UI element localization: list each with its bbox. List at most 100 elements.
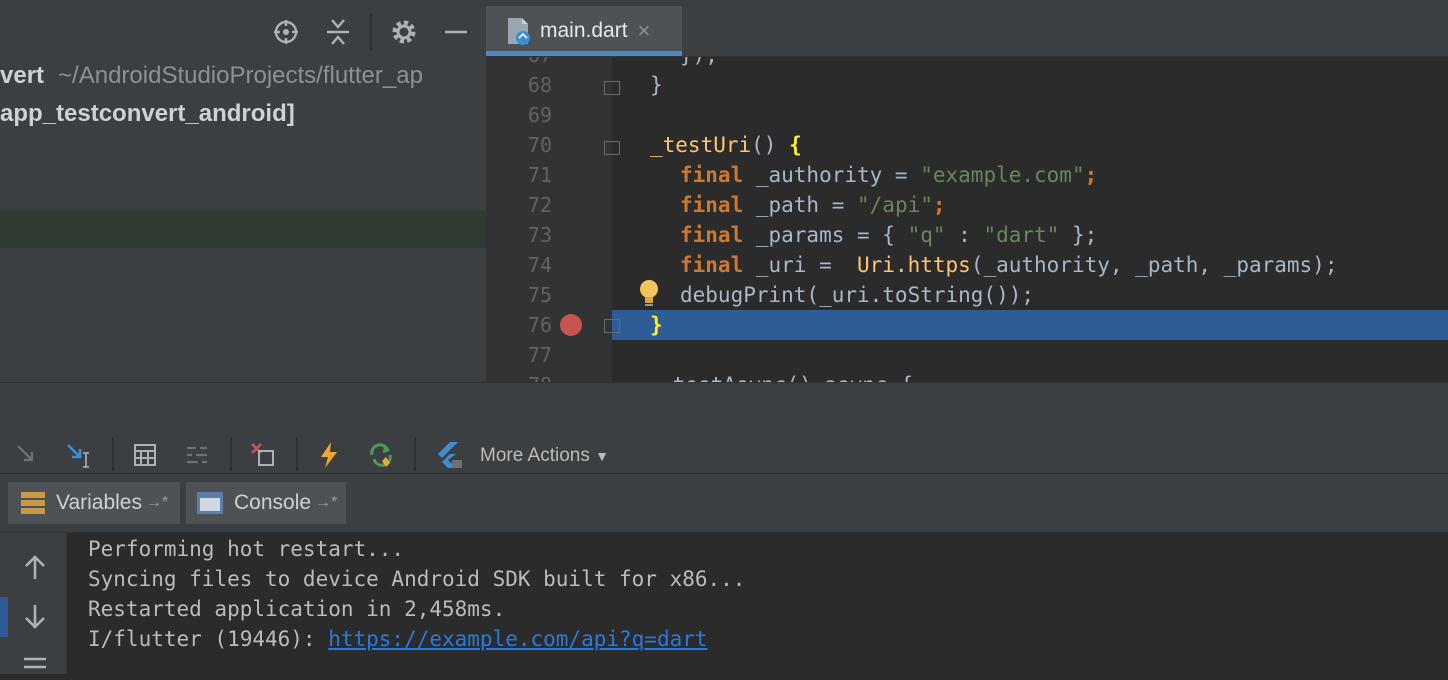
line-number: 72 <box>527 193 552 217</box>
scroll-down-icon[interactable] <box>22 603 48 636</box>
toolbar-separator <box>414 437 416 471</box>
soft-wrap-icon[interactable] <box>22 655 48 680</box>
code-line: }); <box>680 57 718 67</box>
line-number: 70 <box>527 133 552 157</box>
debug-tool-header <box>0 382 1448 436</box>
console-icon <box>196 491 224 515</box>
module-row[interactable]: app_testconvert_android] <box>0 100 295 128</box>
keyword: final <box>680 223 744 247</box>
scroll-up-icon[interactable] <box>22 553 48 586</box>
debug-tabs: Variables →* Console →* <box>0 474 1448 533</box>
trace-icon[interactable] <box>180 439 214 471</box>
tab-variables[interactable]: Variables →* <box>8 482 180 524</box>
fold-marker[interactable] <box>604 81 620 95</box>
code-line: } <box>650 73 663 97</box>
keyword: final <box>680 253 744 277</box>
pin-icon[interactable]: →* <box>315 494 337 512</box>
line-number: 68 <box>527 73 552 97</box>
hot-restart-icon[interactable] <box>364 439 398 471</box>
code-line: } <box>650 313 663 337</box>
code-text: _uri = <box>743 253 858 277</box>
console-line: Performing hot restart... <box>88 537 405 561</box>
selected-row[interactable] <box>0 210 486 248</box>
hot-reload-icon[interactable] <box>312 439 346 471</box>
project-name: vert <box>0 62 45 89</box>
code-text: _authority = <box>743 163 921 187</box>
code-line: final _params = { "q" : "dart" }; <box>680 223 1097 247</box>
minimize-icon[interactable] <box>438 14 474 50</box>
step-into-cursor-icon[interactable] <box>62 439 96 471</box>
string-literal: "example.com" <box>920 163 1085 187</box>
code-text: : <box>945 223 984 247</box>
lightbulb-icon[interactable] <box>636 277 662 314</box>
tab-label: Console <box>234 491 312 514</box>
tab-main-dart[interactable]: main.dart × <box>486 6 682 56</box>
module-name: app_testconvert_android] <box>0 100 295 127</box>
console-line: Restarted application in 2,458ms. <box>88 597 506 621</box>
line-number: 73 <box>527 223 552 247</box>
editor-tab-bar: main.dart × <box>486 0 1448 57</box>
line-number: 78 <box>486 373 552 382</box>
collapse-all-icon[interactable] <box>320 14 356 50</box>
console-gutter <box>0 533 67 674</box>
debug-toolbar: More Actions ▼ <box>0 435 1448 473</box>
evaluate-expression-icon[interactable] <box>128 439 162 471</box>
console-line: Syncing files to device Android SDK buil… <box>88 567 746 591</box>
semicolon: ; <box>932 193 946 217</box>
tab-label: Variables <box>56 491 142 514</box>
console-output[interactable]: Performing hot restart... Syncing files … <box>0 533 1448 674</box>
active-tab-indicator <box>486 51 682 56</box>
dropdown-arrow-icon: ▼ <box>595 448 609 464</box>
line-number: 69 <box>527 103 552 127</box>
toolbar-separator <box>296 437 298 471</box>
matched-brace: { <box>789 133 802 157</box>
breakpoint-icon[interactable] <box>560 314 582 336</box>
code-editor[interactable]: 67 68 69 70 71 72 73 74 75 76 77 78 }); … <box>486 57 1448 382</box>
pin-icon[interactable]: →* <box>146 494 168 512</box>
locate-icon[interactable] <box>268 14 304 50</box>
step-out-icon[interactable] <box>10 439 44 471</box>
dart-file-icon <box>506 16 532 46</box>
string-literal: "/api" <box>857 193 933 217</box>
semicolon: ; <box>1084 163 1098 187</box>
side-tab-indicator <box>0 597 8 637</box>
line-number: 71 <box>527 163 552 187</box>
more-actions-button[interactable]: More Actions ▼ <box>480 445 609 467</box>
console-link[interactable]: https://example.com/api?q=dart <box>328 627 707 651</box>
line-number: 75 <box>527 283 552 307</box>
flutter-inspector-icon[interactable] <box>432 439 466 471</box>
log-prefix: I/flutter (19446): <box>88 627 329 651</box>
tab-label: main.dart <box>540 19 628 42</box>
fold-marker[interactable] <box>604 141 620 155</box>
project-toolbar <box>0 0 486 62</box>
toolbar-separator <box>230 437 232 471</box>
code-text: }; <box>1059 223 1098 247</box>
code-text: _path = <box>743 193 858 217</box>
console-line: I/flutter (19446): https://example.com/a… <box>88 627 708 651</box>
variables-icon <box>20 491 46 515</box>
gear-icon[interactable] <box>386 14 422 50</box>
keyword: final <box>680 193 744 217</box>
project-panel: vert ~/AndroidStudioProjects/flutter_ap a… <box>0 0 486 382</box>
code-line: final _authority = "example.com"; <box>680 163 1097 187</box>
method-name: .https <box>894 253 971 277</box>
project-path: ~/AndroidStudioProjects/flutter_ap <box>58 62 423 89</box>
fold-marker[interactable] <box>604 319 620 333</box>
line-number: 74 <box>527 253 552 277</box>
code-text: (_authority, _path, _params); <box>970 253 1338 277</box>
clear-breakpoints-icon[interactable] <box>246 439 280 471</box>
execution-line-highlight <box>612 310 1448 340</box>
tab-console[interactable]: Console →* <box>186 482 346 524</box>
function-name: _testUri <box>650 133 752 157</box>
code-line: _testUri() { <box>650 133 802 157</box>
class-name: Uri <box>857 253 895 277</box>
close-icon[interactable]: × <box>638 18 651 44</box>
code-line: final _path = "/api"; <box>680 193 946 217</box>
project-root-row[interactable]: vert ~/AndroidStudioProjects/flutter_ap <box>0 62 423 90</box>
line-number: 77 <box>527 343 552 367</box>
string-literal: "q" <box>907 223 946 247</box>
line-number: 67 <box>486 57 552 67</box>
code-text: _params = { <box>743 223 908 247</box>
string-literal: "dart" <box>983 223 1060 247</box>
code-line: final _uri = Uri.https(_authority, _path… <box>680 253 1337 277</box>
